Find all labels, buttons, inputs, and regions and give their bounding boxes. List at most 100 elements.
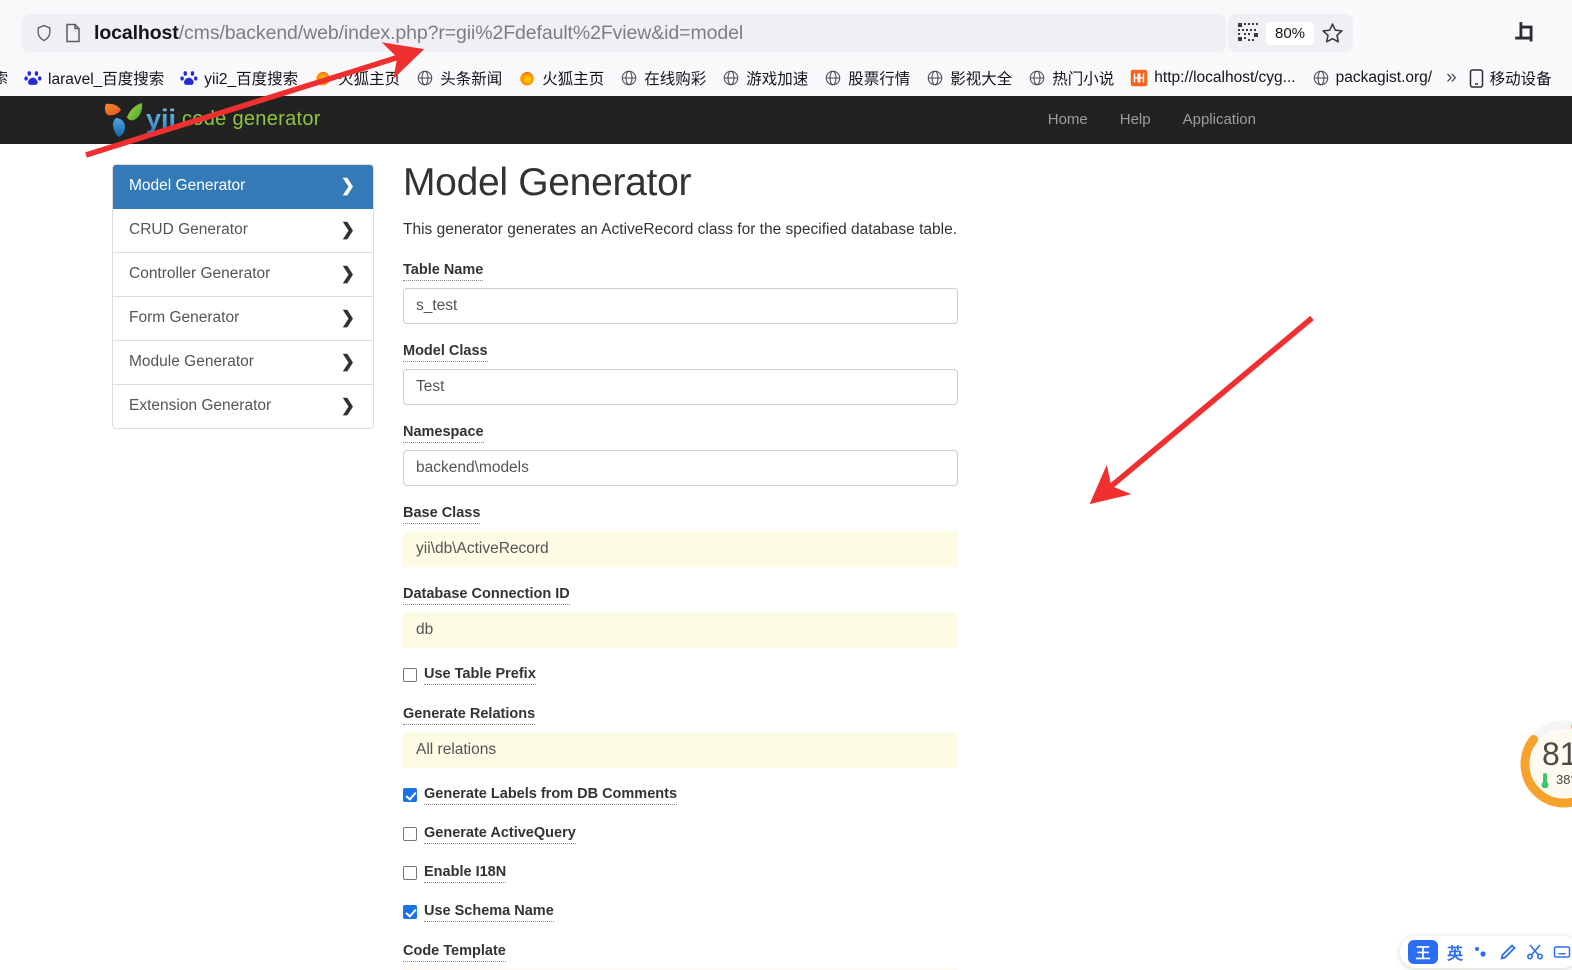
bookmark-label: 在线购彩 [644,71,707,88]
checkbox-box[interactable] [403,788,417,803]
system-monitor-widget[interactable]: 81 % 38°C [1514,714,1572,814]
field-label: Model Class [403,343,488,362]
bookmark-item-movies[interactable]: 影视大全 [918,64,1020,92]
field-table-name: Table Name [403,261,963,324]
bookmark-item-lottery[interactable]: 在线购彩 [612,64,714,92]
ime-toolbar[interactable]: 王 英 [1400,936,1572,968]
top-navigation: Home Help Application [1032,96,1272,144]
namespace-input[interactable] [403,449,958,486]
bookmark-item-mobile-devices[interactable]: 移动设备 [1461,64,1560,92]
monitor-temperature: 38°C [1556,772,1572,787]
shield-icon[interactable] [34,23,54,43]
bookmark-label: laravel_百度搜索 [48,71,165,88]
nav-item-application[interactable]: Application [1167,96,1272,144]
pencil-icon[interactable] [1499,943,1517,961]
url-host: localhost [94,21,179,44]
bookmark-item-laravel[interactable]: laravel_百度搜索 [16,64,172,92]
qr-code-icon[interactable] [1236,21,1260,45]
scissors-icon[interactable] [1526,943,1544,961]
bookmark-item-clipped[interactable]: 索 [0,65,16,91]
checkbox-generate-labels-from-db-comments[interactable]: Generate Labels from DB Comments [403,786,963,805]
bookmark-item-stocks[interactable]: 股票行情 [816,64,918,92]
mobile-device-icon [1469,68,1483,88]
field-generate-relations: Generate Relations [403,705,963,768]
checkbox-box[interactable] [403,668,417,683]
url-bar-row: localhost/cms/backend/web/index.php?r=gi… [0,0,1572,60]
baidu-icon [180,71,198,85]
page-body: Model Generator ❯ CRUD Generator ❯ Contr… [0,144,1572,970]
globe-icon [723,70,739,86]
bookmark-label: 移动设备 [1489,71,1552,88]
punctuation-icon[interactable] [1472,943,1490,961]
base-class-input[interactable] [403,530,958,567]
crop-tool-icon[interactable] [1513,20,1539,46]
url-text: localhost/cms/backend/web/index.php?r=gi… [94,22,743,45]
db-connection-id-input[interactable] [403,611,958,648]
bookmark-item-novels[interactable]: 热门小说 [1020,64,1122,92]
site-logo[interactable]: yii code generator [104,101,321,137]
globe-icon [1313,70,1328,86]
bookmark-item-packagist[interactable]: packagist.org/ [1304,66,1441,90]
zoom-level-badge[interactable]: 80% [1266,21,1315,45]
field-label: Code Template [403,943,506,962]
globe-icon [417,70,433,86]
bookmark-item-firefox-home-1[interactable]: 火狐主页 [306,64,408,92]
generator-description: This generator generates an ActiveRecord… [403,220,958,238]
sidebar-item-extension-generator[interactable]: Extension Generator ❯ [113,385,373,428]
bookmark-item-firefox-home-2[interactable]: 火狐主页 [510,64,612,92]
sidebar-item-label: Model Generator [129,177,246,194]
nav-item-help[interactable]: Help [1104,96,1167,144]
chevron-right-icon: ❯ [340,308,355,327]
yii-bird-icon [104,103,143,137]
checkbox-box[interactable] [403,827,417,842]
sidebar-item-module-generator[interactable]: Module Generator ❯ [113,341,373,385]
address-bar[interactable]: localhost/cms/backend/web/index.php?r=gi… [22,14,1226,52]
keyboard-icon[interactable] [1553,943,1571,961]
bookmark-label: packagist.org/ [1335,69,1433,86]
sidebar-item-label: Controller Generator [129,265,271,282]
generate-relations-select[interactable] [403,731,958,768]
bookmarks-overflow-chevron[interactable]: » [1440,67,1461,89]
chevron-right-icon: ❯ [340,264,355,283]
sidebar-item-controller-generator[interactable]: Controller Generator ❯ [113,253,373,297]
field-label: Generate Relations [403,706,536,725]
bookmark-item-toutiao[interactable]: 头条新闻 [408,64,510,92]
orange-square-icon [1131,69,1148,87]
chevron-right-icon: ❯ [340,176,355,195]
bookmark-label: 热门小说 [1052,71,1115,88]
table-name-input[interactable] [403,287,958,324]
bookmark-label: 火狐主页 [542,71,605,88]
generator-form: Model Generator This generator generates… [403,161,963,970]
bookmark-item-localhost-cyg[interactable]: http://localhost/cyg... [1122,66,1303,90]
field-code-template: Code Template [403,942,963,970]
page-icon[interactable] [64,23,82,43]
checkbox-box[interactable] [403,905,417,920]
field-namespace: Namespace [403,423,963,486]
ime-mode-toggle[interactable]: 英 [1447,940,1463,964]
checkbox-label: Use Schema Name [424,903,554,922]
bookmark-label: 火狐主页 [338,71,401,88]
browser-chrome: localhost/cms/backend/web/index.php?r=gi… [0,0,1572,96]
nav-item-home[interactable]: Home [1032,96,1104,144]
address-bar-actions: 80% [1228,14,1354,52]
site-header: yii code generator Home Help Application [0,96,1572,144]
page-title: Model Generator [403,161,692,204]
ime-logo-icon[interactable]: 王 [1408,940,1438,964]
sidebar-item-form-generator[interactable]: Form Generator ❯ [113,297,373,341]
sidebar-item-crud-generator[interactable]: CRUD Generator ❯ [113,209,373,253]
bookmark-label: 游戏加速 [746,71,809,88]
bookmark-star-icon[interactable] [1320,21,1345,46]
model-class-input[interactable] [403,368,958,405]
sidebar-item-model-generator[interactable]: Model Generator ❯ [113,165,373,209]
checkbox-box[interactable] [403,866,417,881]
globe-icon [1030,70,1045,86]
chevron-right-icon: ❯ [340,396,355,415]
checkbox-generate-activequery[interactable]: Generate ActiveQuery [403,825,963,844]
bookmark-item-yii2[interactable]: yii2_百度搜索 [172,64,306,92]
bookmark-item-game-accel[interactable]: 游戏加速 [714,64,816,92]
checkbox-use-table-prefix[interactable]: Use Table Prefix [403,666,963,685]
checkbox-use-schema-name[interactable]: Use Schema Name [403,903,963,922]
checkbox-enable-i18n[interactable]: Enable I18N [403,864,963,883]
brand-subtitle: code generator [182,108,321,130]
field-label: Base Class [403,505,481,524]
